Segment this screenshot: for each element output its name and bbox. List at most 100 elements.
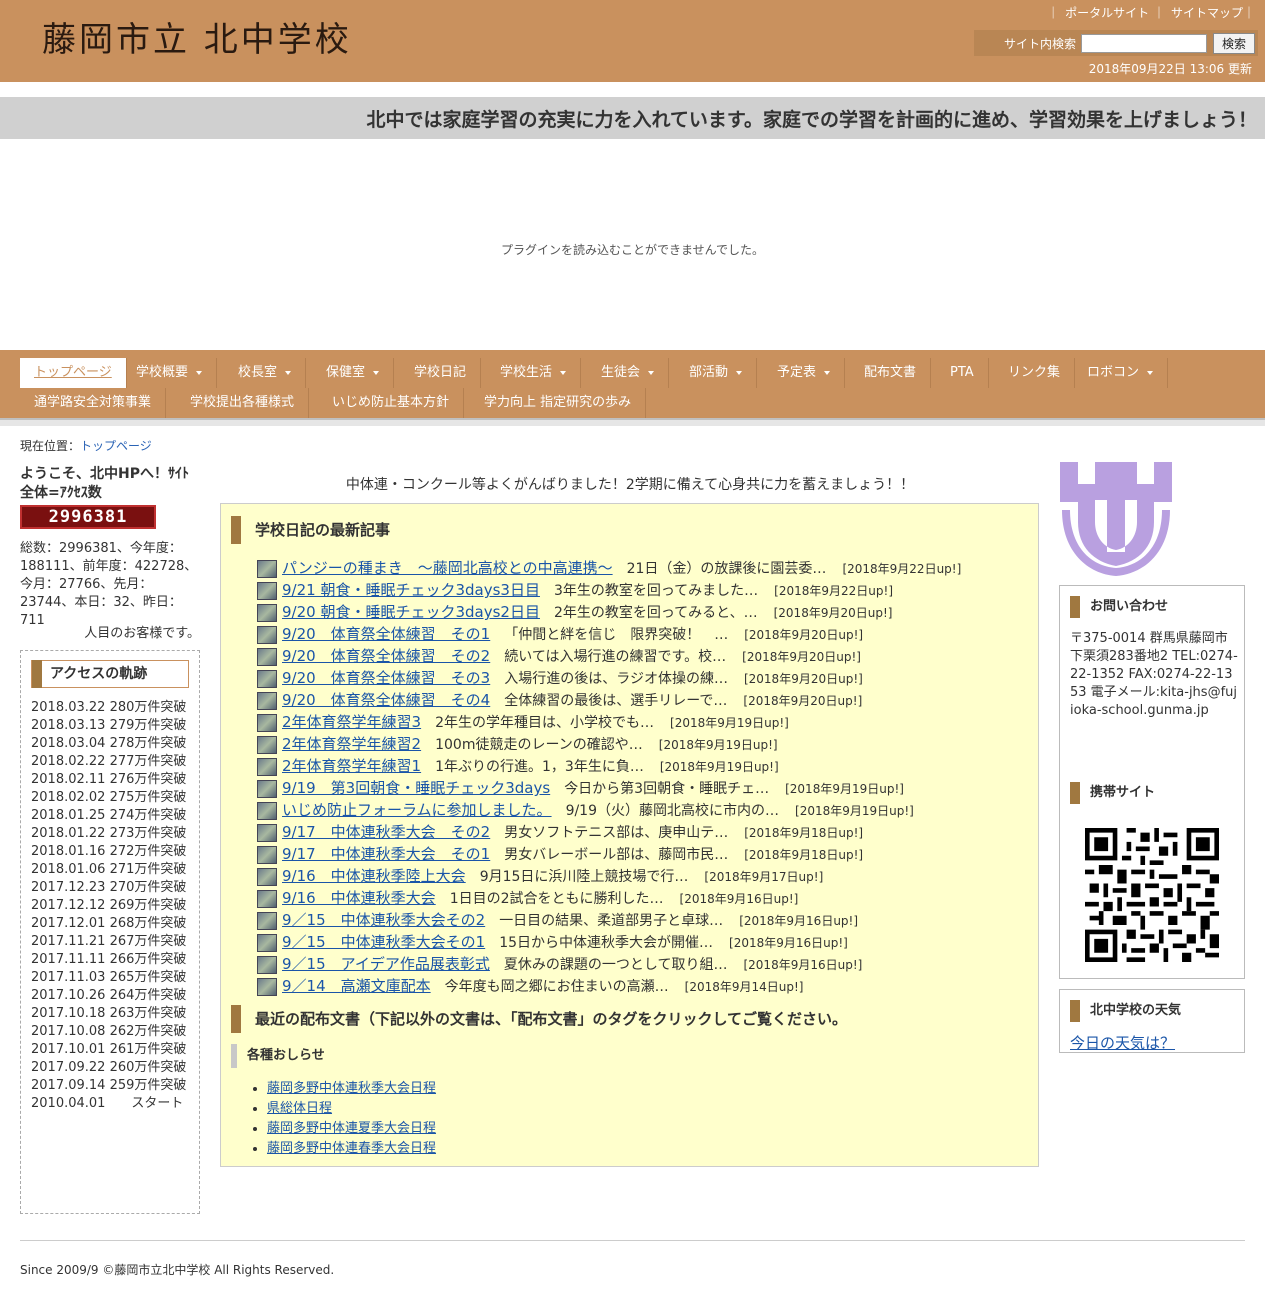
nav-schedule[interactable]: 予定表 xyxy=(763,358,846,388)
diary-date: [2018年9月19日up!] xyxy=(785,782,904,796)
contact-panel: お問い合わせ 〒375-0014 群馬県藤岡市下栗須283番地2 TEL:027… xyxy=(1059,585,1245,979)
nav-forms[interactable]: 学校提出各種様式 xyxy=(176,388,310,418)
nav-school-diary[interactable]: 学校日記 xyxy=(400,358,482,388)
nav-documents[interactable]: 配布文書 xyxy=(850,358,932,388)
diary-article-link[interactable]: 9／15 中体連秋季大会その1 xyxy=(282,933,485,951)
caret-down-icon xyxy=(560,370,567,375)
diary-thumbnail-image[interactable] xyxy=(257,626,277,644)
diary-date: [2018年9月22日up!] xyxy=(774,584,894,598)
caret-down-icon xyxy=(373,370,380,375)
diary-article-link[interactable]: 9/16 中体連秋季大会 xyxy=(282,889,436,907)
diary-excerpt: 男女ソフトテニス部は、庚申山テ… xyxy=(504,825,729,841)
diary-thumbnail-image[interactable] xyxy=(257,802,277,820)
diary-article-link[interactable]: 9／14 高瀬文庫配本 xyxy=(282,977,431,995)
nav-label: 配布文書 xyxy=(864,365,917,380)
diary-thumbnail-image[interactable] xyxy=(257,890,277,908)
diary-thumbnail-image[interactable] xyxy=(257,692,277,710)
diary-article-link[interactable]: 9/20 体育祭全体練習 その3 xyxy=(282,669,490,687)
diary-thumbnail-image[interactable] xyxy=(257,582,277,600)
caret-down-icon xyxy=(1147,370,1154,375)
access-counter: 2996381 xyxy=(20,505,156,529)
diary-article-link[interactable]: 9/17 中体連秋季大会 その2 xyxy=(282,823,490,841)
nav-clubs[interactable]: 部活動 xyxy=(675,358,758,388)
nav-top-page[interactable]: トップページ xyxy=(20,358,127,388)
sitemap-link[interactable]: サイトマップ xyxy=(1171,6,1243,20)
doc-link[interactable]: 藤岡多野中体連秋季大会日程 xyxy=(267,1081,436,1096)
diary-article-link[interactable]: いじめ防止フォーラムに参加しました。 xyxy=(282,801,552,819)
nav-label: 予定表 xyxy=(777,365,817,380)
site-search: サイト内検索 検索 xyxy=(974,30,1258,56)
nav-student-council[interactable]: 生徒会 xyxy=(587,358,670,388)
nav-robocon[interactable]: ロボコン xyxy=(1073,358,1169,388)
update-timestamp: 2018年09月22日 13:06 更新 xyxy=(1088,62,1252,76)
diary-thumbnail-image[interactable] xyxy=(257,670,277,688)
diary-date: [2018年9月19日up!] xyxy=(658,738,778,752)
diary-thumbnail-image[interactable] xyxy=(257,868,277,886)
nav-school-overview[interactable]: 学校概要 xyxy=(122,358,218,388)
diary-excerpt: 全体練習の最後は、選手リレーで… xyxy=(504,693,728,709)
diary-thumbnail-image[interactable] xyxy=(257,758,277,776)
diary-excerpt: 1年ぶりの行進。1，3年生に負… xyxy=(435,759,644,775)
diary-thumbnail-image[interactable] xyxy=(257,780,277,798)
doc-link[interactable]: 藤岡多野中体連春季大会日程 xyxy=(267,1141,436,1156)
footer-copyright: Since 2009/9 ©藤岡市立北中学校 All Rights Reserv… xyxy=(20,1263,335,1277)
search-button[interactable]: 検索 xyxy=(1213,33,1255,54)
nav-health-room[interactable]: 保健室 xyxy=(312,358,395,388)
diary-section-title: 学校日記の最新記事 xyxy=(231,516,390,544)
breadcrumb-current-link[interactable]: トップページ xyxy=(80,439,152,453)
diary-article-link[interactable]: 9/20 体育祭全体練習 その2 xyxy=(282,647,490,665)
diary-thumbnail-image[interactable] xyxy=(257,736,277,754)
diary-thumbnail-image[interactable] xyxy=(257,648,277,666)
portal-site-link[interactable]: ポータルサイト xyxy=(1065,6,1149,20)
nav-principal[interactable]: 校長室 xyxy=(224,358,307,388)
nav-pta[interactable]: PTA xyxy=(936,358,989,388)
diary-article-link[interactable]: 9/21 朝食・睡眠チェック3days3日目 xyxy=(282,581,540,599)
diary-list-item: 9/16 中体連秋季大会 1日目の2試合をともに勝利した… [2018年9月16日u… xyxy=(257,887,1037,909)
diary-thumbnail-image[interactable] xyxy=(257,846,277,864)
diary-article-link[interactable]: 9/16 中体連秋季陸上大会 xyxy=(282,867,466,885)
diary-article-link[interactable]: 2年体育祭学年練習1 xyxy=(282,757,421,775)
diary-thumbnail-image[interactable] xyxy=(257,824,277,842)
diary-article-link[interactable]: 9／15 中体連秋季大会その2 xyxy=(282,911,485,929)
site-title[interactable]: 藤岡市立 北中学校 xyxy=(42,18,352,62)
diary-thumbnail-image[interactable] xyxy=(257,956,277,974)
nav-anti-bullying[interactable]: いじめ防止基本方針 xyxy=(318,388,465,418)
top-links: ｜ポータルサイト ｜サイトマップ｜ xyxy=(1047,6,1255,20)
nav-links[interactable]: リンク集 xyxy=(994,358,1076,388)
diary-thumbnail-image[interactable] xyxy=(257,604,277,622)
diary-article-link[interactable]: 9/19 第3回朝食・睡眠チェック3days xyxy=(282,779,550,797)
footer-divider xyxy=(20,1240,1245,1241)
diary-article-link[interactable]: 9/20 体育祭全体練習 その4 xyxy=(282,691,490,709)
diary-article-link[interactable]: 9/17 中体連秋季大会 その1 xyxy=(282,845,490,863)
nav-label: 学力向上 指定研究の歩み xyxy=(484,395,632,410)
nav-research[interactable]: 学力向上 指定研究の歩み xyxy=(470,388,647,418)
diary-thumbnail-image[interactable] xyxy=(257,714,277,732)
diary-date: [2018年9月17日up!] xyxy=(704,870,824,884)
weather-link[interactable]: 今日の天気は？ xyxy=(1070,1032,1175,1053)
diary-thumbnail-image[interactable] xyxy=(257,560,277,578)
diary-thumbnail-image[interactable] xyxy=(257,934,277,952)
diary-thumbnail-image[interactable] xyxy=(257,978,277,996)
diary-article-link[interactable]: 2年体育祭学年練習2 xyxy=(282,735,421,753)
diary-excerpt: 3年生の教室を回ってみました… xyxy=(553,583,759,599)
diary-excerpt: 15日から中体連秋季大会が開催… xyxy=(499,935,714,951)
diary-article-link[interactable]: 2年体育祭学年練習3 xyxy=(282,713,421,731)
list-item: 藤岡多野中体連秋季大会日程 xyxy=(267,1079,436,1099)
search-input[interactable] xyxy=(1081,34,1207,53)
search-label: サイト内検索 xyxy=(1004,37,1077,51)
diary-thumbnail-image[interactable] xyxy=(257,912,277,930)
diary-article-link[interactable]: パンジーの種まき ～藤岡北高校との中高連携～ xyxy=(282,559,613,577)
diary-list-item: いじめ防止フォーラムに参加しました。 9/19（火）藤岡北高校に市内の… [2018… xyxy=(257,799,1037,821)
diary-list-item: 9/17 中体連秋季大会 その1 男女バレーボール部は、藤岡市民… [2018年9月… xyxy=(257,843,1037,865)
diary-article-link[interactable]: 9／15 アイデア作品展表彰式 xyxy=(282,955,490,973)
diary-list-item: 9/20 体育祭全体練習 その1 「仲間と絆を信じ 限界突破！ … [2018年9月… xyxy=(257,623,1037,645)
doc-link[interactable]: 藤岡多野中体連夏季大会日程 xyxy=(267,1121,436,1136)
diary-article-link[interactable]: 9/20 朝食・睡眠チェック3days2日目 xyxy=(282,603,540,621)
diary-excerpt: 一日目の結果、柔道部男子と卓球… xyxy=(499,913,724,929)
diary-excerpt: 続いては入場行進の練習です。校… xyxy=(504,649,727,665)
nav-route-safety[interactable]: 通学路安全対策事業 xyxy=(20,388,167,418)
doc-link[interactable]: 県総体日程 xyxy=(267,1101,332,1116)
diary-article-link[interactable]: 9/20 体育祭全体練習 その1 xyxy=(282,625,490,643)
nav-school-life[interactable]: 学校生活 xyxy=(486,358,582,388)
diary-date: [2018年9月20日up!] xyxy=(743,694,863,708)
